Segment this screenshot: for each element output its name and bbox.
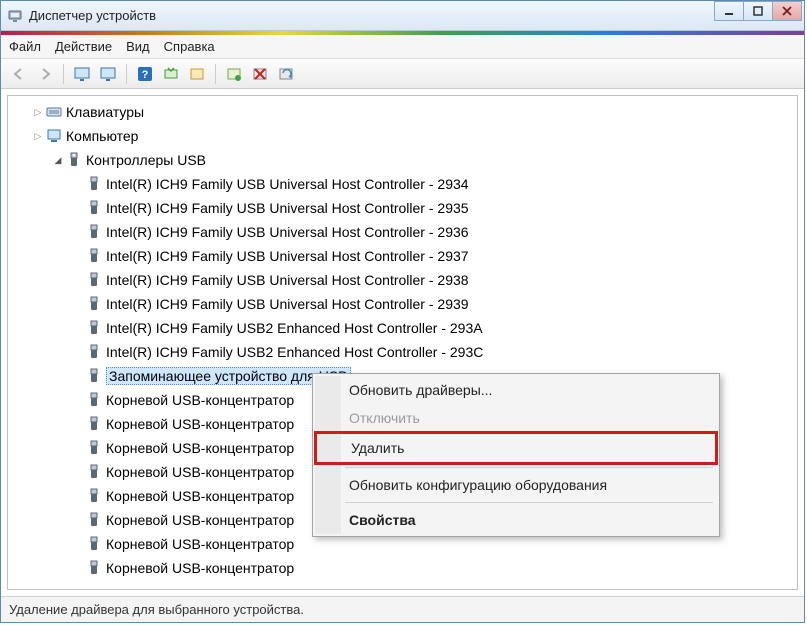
enable-icon: [226, 66, 242, 82]
usb-device-icon: [86, 320, 102, 336]
toolbar-help[interactable]: ?: [133, 62, 157, 86]
refresh-icon: [189, 66, 205, 82]
ctx-delete[interactable]: Удалить: [314, 431, 718, 465]
tree-node-usb-controller[interactable]: Intel(R) ICH9 Family USB Universal Host …: [14, 292, 797, 316]
tree-node-keyboards[interactable]: Клавиатуры: [14, 100, 797, 124]
forward-button[interactable]: [33, 62, 57, 86]
window-title: Диспетчер устройств: [29, 8, 156, 23]
tree-label: Корневой USB-концентратор: [106, 560, 294, 576]
tree-label: Корневой USB-концентратор: [106, 536, 294, 552]
toolbar-uninstall[interactable]: [248, 62, 272, 86]
computer-icon: [46, 128, 62, 144]
help-icon: ?: [137, 66, 153, 82]
tree-node-usb-controllers[interactable]: Контроллеры USB: [14, 148, 797, 172]
maximize-button[interactable]: [743, 1, 773, 21]
tree-label: Корневой USB-концентратор: [106, 440, 294, 456]
usb-device-icon: [86, 344, 102, 360]
menu-help[interactable]: Справка: [164, 39, 215, 54]
ctx-disable[interactable]: Отключить: [315, 404, 717, 432]
usb-device-icon: [86, 416, 102, 432]
monitor-icon: [74, 66, 90, 82]
tree-node-usb-controller[interactable]: Intel(R) ICH9 Family USB2 Enhanced Host …: [14, 316, 797, 340]
usb-category-icon: [66, 152, 82, 168]
uninstall-icon: [252, 66, 268, 82]
expander-icon[interactable]: [52, 154, 64, 166]
menu-file[interactable]: Файл: [9, 39, 41, 54]
usb-device-icon: [86, 224, 102, 240]
tree-label: Корневой USB-концентратор: [106, 488, 294, 504]
tree-node-usb-controller[interactable]: Intel(R) ICH9 Family USB Universal Host …: [14, 220, 797, 244]
statusbar: Удаление драйвера для выбранного устройс…: [1, 596, 804, 622]
titlebar[interactable]: Диспетчер устройств: [1, 1, 804, 31]
tree-label: Intel(R) ICH9 Family USB2 Enhanced Host …: [106, 344, 483, 360]
tree-label: Intel(R) ICH9 Family USB Universal Host …: [106, 248, 469, 264]
tree-node-computer[interactable]: Компьютер: [14, 124, 797, 148]
usb-device-icon: [86, 464, 102, 480]
tree-node-usb-controller[interactable]: Intel(R) ICH9 Family USB Universal Host …: [14, 196, 797, 220]
minimize-button[interactable]: [714, 1, 744, 21]
back-button[interactable]: [7, 62, 31, 86]
tree-label: Intel(R) ICH9 Family USB Universal Host …: [106, 200, 469, 216]
tree-label: Intel(R) ICH9 Family USB2 Enhanced Host …: [106, 320, 483, 336]
context-menu-separator: [345, 467, 713, 468]
close-button[interactable]: [772, 1, 802, 21]
tree-node-usb-controller[interactable]: Intel(R) ICH9 Family USB Universal Host …: [14, 172, 797, 196]
usb-device-icon: [86, 272, 102, 288]
tree-node-usb-hub[interactable]: Корневой USB-концентратор: [14, 556, 797, 580]
usb-device-icon: [86, 248, 102, 264]
tree-label: Клавиатуры: [66, 104, 144, 120]
usb-device-icon: [86, 440, 102, 456]
tree-label: Intel(R) ICH9 Family USB Universal Host …: [106, 272, 469, 288]
menu-view[interactable]: Вид: [126, 39, 150, 54]
usb-device-icon: [86, 536, 102, 552]
arrow-right-icon: [38, 67, 52, 81]
properties-icon: [278, 66, 294, 82]
tree-node-usb-controller[interactable]: Intel(R) ICH9 Family USB2 Enhanced Host …: [14, 340, 797, 364]
tree-label: Корневой USB-концентратор: [106, 512, 294, 528]
expander-icon[interactable]: [32, 130, 44, 142]
menubar: Файл Действие Вид Справка: [1, 35, 804, 59]
toolbar-update[interactable]: [185, 62, 209, 86]
ctx-properties[interactable]: Свойства: [315, 506, 717, 534]
tree-label: Корневой USB-концентратор: [106, 392, 294, 408]
toolbar-monitor-1[interactable]: [70, 62, 94, 86]
usb-device-icon: [86, 512, 102, 528]
device-manager-icon: [7, 8, 23, 24]
status-text: Удаление драйвера для выбранного устройс…: [9, 602, 304, 617]
usb-device-icon: [86, 176, 102, 192]
window-buttons: [715, 1, 802, 21]
ctx-update-drivers[interactable]: Обновить драйверы...: [315, 376, 717, 404]
toolbar-enable[interactable]: [222, 62, 246, 86]
toolbar-properties[interactable]: [274, 62, 298, 86]
keyboard-icon: [46, 104, 62, 120]
tree-label: Intel(R) ICH9 Family USB Universal Host …: [106, 176, 469, 192]
toolbar: ?: [1, 59, 804, 89]
expander-icon[interactable]: [32, 106, 44, 118]
tree-label: Intel(R) ICH9 Family USB Universal Host …: [106, 296, 469, 312]
svg-text:?: ?: [142, 69, 149, 81]
monitor-icon: [100, 66, 116, 82]
usb-device-icon: [86, 296, 102, 312]
menu-action[interactable]: Действие: [55, 39, 112, 54]
usb-device-icon: [86, 200, 102, 216]
usb-device-icon: [86, 392, 102, 408]
usb-device-icon: [86, 368, 102, 384]
tree-label: Компьютер: [66, 128, 138, 144]
toolbar-scan[interactable]: [159, 62, 183, 86]
ctx-scan-hardware[interactable]: Обновить конфигурацию оборудования: [315, 471, 717, 499]
tree-label: Intel(R) ICH9 Family USB Universal Host …: [106, 224, 469, 240]
usb-device-icon: [86, 488, 102, 504]
tree-label: Корневой USB-концентратор: [106, 416, 294, 432]
tree-node-usb-controller[interactable]: Intel(R) ICH9 Family USB Universal Host …: [14, 244, 797, 268]
toolbar-monitor-2[interactable]: [96, 62, 120, 86]
arrow-left-icon: [12, 67, 26, 81]
tree-node-usb-controller[interactable]: Intel(R) ICH9 Family USB Universal Host …: [14, 268, 797, 292]
context-menu-separator: [345, 502, 713, 503]
context-menu: Обновить драйверы... Отключить Удалить О…: [312, 373, 720, 537]
usb-device-icon: [86, 560, 102, 576]
scan-icon: [163, 66, 179, 82]
tree-label: Контроллеры USB: [86, 152, 206, 168]
tree-label: Корневой USB-концентратор: [106, 464, 294, 480]
